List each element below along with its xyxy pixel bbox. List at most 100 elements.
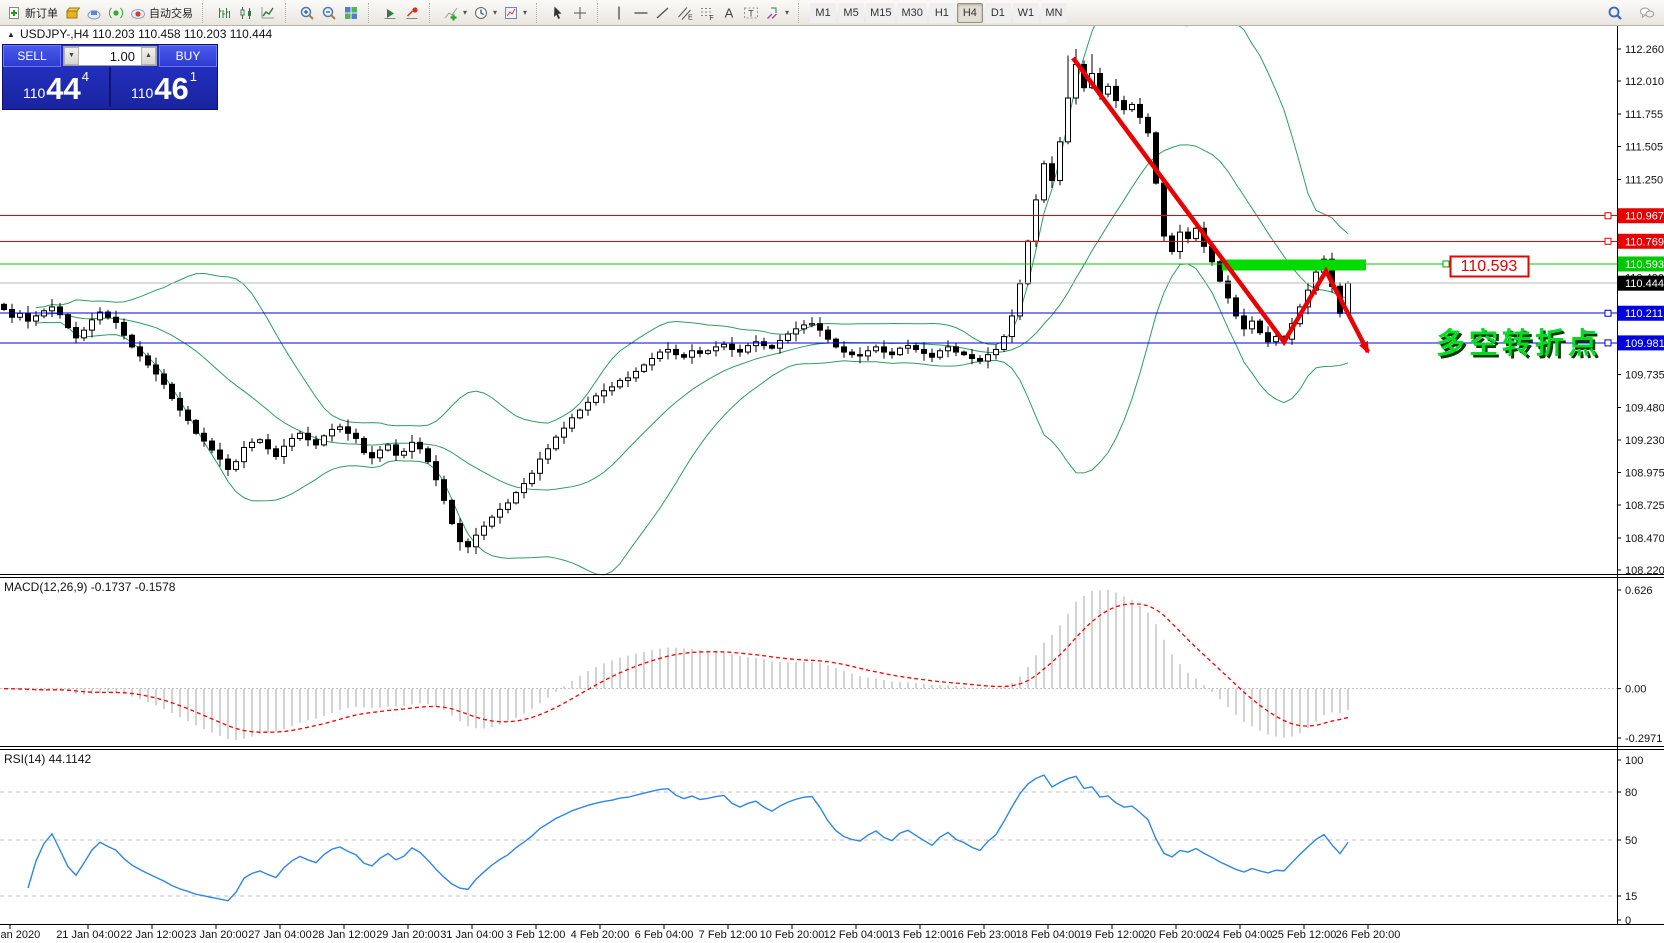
time-axis-label: 19 Jan 2020 — [0, 929, 40, 941]
rsi-scale-label: 80 — [1625, 787, 1637, 799]
line-chart-button[interactable] — [257, 2, 279, 24]
timeframe-m5-button[interactable]: M5 — [838, 3, 864, 23]
price-tick-label: 111.250 — [1625, 174, 1663, 186]
candle-up — [554, 437, 559, 449]
indicators-button[interactable]: ▾ — [440, 2, 470, 24]
candle-up — [754, 342, 759, 346]
svg-text:E: E — [688, 14, 693, 21]
dropdown-caret-icon: ▾ — [463, 8, 467, 17]
line-handle[interactable] — [1605, 340, 1611, 346]
symbols-icon[interactable] — [61, 2, 83, 24]
candle-down — [218, 450, 223, 459]
horizontal-line-button[interactable] — [630, 2, 652, 24]
candle-down — [434, 462, 439, 480]
candle-up — [402, 451, 407, 455]
template-glyph — [503, 5, 519, 21]
new-order-button[interactable]: 新订单 — [3, 2, 61, 24]
candle-down — [130, 335, 135, 347]
text-label-button[interactable]: T — [740, 2, 762, 24]
candle-down — [850, 352, 855, 355]
time-axis[interactable]: 19 Jan 202021 Jan 04:0022 Jan 12:0023 Ja… — [0, 924, 1664, 943]
bid-price[interactable]: 110444 — [3, 67, 111, 107]
lot-increase-button[interactable]: ▲ — [141, 47, 156, 65]
equidistant-channel-button[interactable]: E — [674, 2, 696, 24]
candle-up — [18, 313, 23, 317]
timeframe-h4-button[interactable]: H4 — [957, 3, 983, 23]
candle-down — [2, 304, 7, 309]
candle-up — [1010, 316, 1015, 337]
candle-down — [66, 315, 71, 328]
symbol-ohlc-info: USDJPY-,H4 110.203 110.458 110.203 110.4… — [20, 27, 273, 41]
buy-button[interactable]: BUY — [159, 45, 217, 67]
crosshair-button[interactable] — [569, 2, 591, 24]
line-handle[interactable] — [1605, 238, 1611, 244]
vertical-line-button[interactable] — [608, 2, 630, 24]
autotrading-button[interactable]: 自动交易 — [127, 2, 196, 24]
text-button[interactable]: A — [718, 2, 740, 24]
clock-glyph — [473, 5, 489, 21]
timeframe-d1-button[interactable]: D1 — [985, 3, 1011, 23]
price-tick-label: 108.725 — [1625, 500, 1664, 512]
timeframe-m15-button[interactable]: M15 — [866, 3, 895, 23]
ask-price[interactable]: 110461 — [111, 67, 217, 107]
candle-up — [1074, 64, 1079, 98]
arrows-button[interactable]: ▾ — [762, 2, 792, 24]
lot-decrease-button[interactable]: ▼ — [64, 47, 79, 65]
templates-button[interactable]: ▾ — [500, 2, 530, 24]
chart-window[interactable]: 110.593多空转折点多空转折点▲USDJPY-,H4 110.203 110… — [0, 0, 1664, 943]
timeframe-w1-button[interactable]: W1 — [1013, 3, 1039, 23]
sell-button[interactable]: SELL — [3, 45, 61, 67]
candle-down — [970, 355, 975, 359]
price-axis[interactable]: 112.260112.010111.755111.505111.250110.9… — [1617, 26, 1664, 927]
bar-chart-button[interactable] — [213, 2, 235, 24]
chart-shift-button[interactable] — [401, 2, 423, 24]
timeframe-h1-button[interactable]: H1 — [929, 3, 955, 23]
candle-up — [34, 316, 39, 321]
search-button[interactable] — [1604, 2, 1626, 24]
rsi-panel[interactable] — [0, 750, 1617, 924]
candlestick-chart-button[interactable] — [235, 2, 257, 24]
candle-up — [1130, 104, 1135, 109]
data-window-icon[interactable] — [83, 2, 105, 24]
line-handle[interactable] — [1605, 310, 1611, 316]
candle-down — [826, 330, 831, 339]
candle-up — [90, 320, 95, 330]
macd-panel[interactable] — [0, 578, 1617, 746]
ind-plus-glyph — [443, 5, 459, 21]
timeframe-m1-button[interactable]: M1 — [810, 3, 836, 23]
tile-windows-button[interactable] — [340, 2, 362, 24]
bid-point: 4 — [82, 62, 89, 92]
auto-scroll-button[interactable] — [379, 2, 401, 24]
line-handle[interactable] — [1605, 213, 1611, 219]
tile-glyph — [343, 5, 359, 21]
time-axis-label: 16 Feb 23:00 — [952, 929, 1017, 941]
chat-button[interactable] — [1636, 2, 1658, 24]
candle-up — [938, 351, 943, 357]
fibonacci-button[interactable]: F — [696, 2, 718, 24]
main-chart-plot-area[interactable] — [0, 26, 1617, 574]
cursor-button[interactable] — [547, 2, 569, 24]
zoom-in-button[interactable] — [296, 2, 318, 24]
candle-up — [386, 445, 391, 450]
candle-up — [810, 324, 815, 325]
time-axis-label: 7 Feb 12:00 — [699, 929, 758, 941]
time-axis-label: 25 Feb 12:00 — [1272, 929, 1337, 941]
timeframe-mn-button[interactable]: MN — [1041, 3, 1067, 23]
candle-up — [866, 351, 871, 356]
trendline-button[interactable] — [652, 2, 674, 24]
price-badge-text: 110.967 — [1625, 211, 1664, 223]
periods-button[interactable]: ▾ — [470, 2, 500, 24]
toolbar-group — [376, 0, 426, 25]
timeframe-m30-button[interactable]: M30 — [897, 3, 926, 23]
new-order-button-label: 新订单 — [25, 5, 58, 21]
line-handle[interactable] — [1443, 261, 1449, 267]
zoom-out-button[interactable] — [318, 2, 340, 24]
candle-down — [162, 374, 167, 384]
toolbar-group — [293, 0, 365, 25]
candle-up — [794, 329, 799, 334]
navigator-icon[interactable] — [105, 2, 127, 24]
price-callout-text: 110.593 — [1461, 258, 1518, 275]
green-highlight-bar[interactable] — [1222, 260, 1366, 271]
candle-up — [994, 349, 999, 354]
one-click-trading-panel: SELL ▼ ▲ BUY 110444 110461 — [2, 44, 218, 110]
